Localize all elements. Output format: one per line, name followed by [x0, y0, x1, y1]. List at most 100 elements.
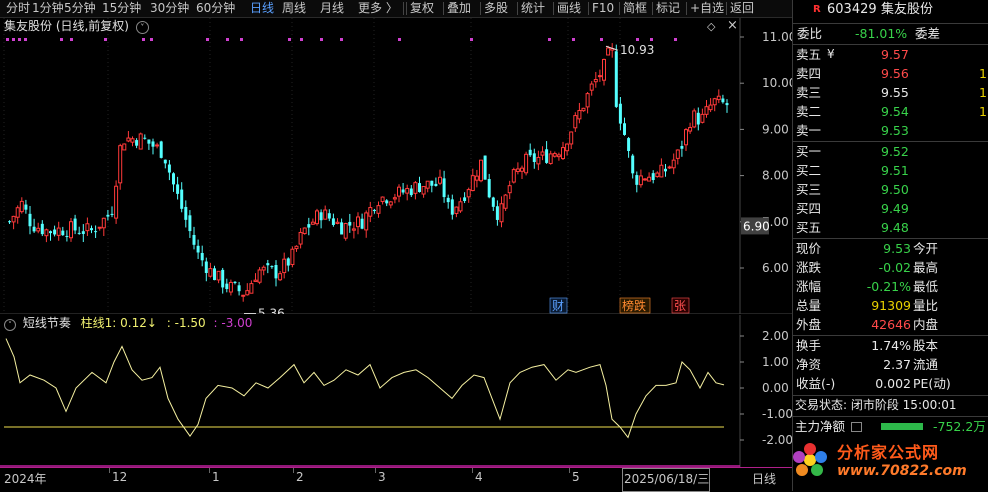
sell-row[interactable]: 卖三 9.55 1 [793, 83, 988, 102]
toolbar-item[interactable]: 画线 [557, 0, 581, 17]
candle-body [405, 187, 410, 194]
toolbar-item[interactable]: 简框 [623, 0, 647, 17]
candle-body [184, 206, 188, 220]
y-tick-label: 1.00 [762, 355, 789, 369]
candle-body [90, 228, 93, 231]
candle-body [479, 159, 483, 182]
toolbar-item[interactable]: 统计 [521, 0, 545, 17]
crosshair-date-box [622, 468, 710, 492]
buy-row[interactable]: 买五 9.48 [793, 218, 988, 237]
event-dot [572, 38, 575, 41]
candle-body [499, 203, 504, 223]
toolbar-item[interactable]: 标记 [656, 0, 680, 17]
candle-body [266, 263, 270, 266]
candle-body [545, 149, 549, 163]
candle-body [565, 143, 570, 152]
candle-body [85, 223, 90, 232]
date-tick-label: 2024年 [4, 472, 47, 486]
candle-body [597, 75, 602, 78]
sell-row[interactable]: 卖五 9.57 [793, 45, 988, 64]
sell-price: 9.55 [881, 85, 909, 100]
candle-body [11, 215, 16, 223]
indicator-chart[interactable]: 2.00 1.00 0.00 -1.00 -2.00 [0, 315, 792, 467]
stat2-row: 收益(-) 0.002 PE(动) [793, 374, 988, 393]
candle-body [602, 58, 606, 81]
list-icon[interactable] [851, 422, 862, 432]
candle-body [36, 227, 41, 232]
sell-row[interactable]: 卖四 9.56 1 [793, 64, 988, 83]
period-label[interactable]: 日线 [752, 470, 776, 487]
candle-body [196, 245, 200, 253]
date-tick [569, 468, 570, 473]
candle-body [348, 221, 352, 226]
candle-body [409, 188, 413, 196]
toolbar-item[interactable]: 30分钟 [150, 0, 189, 17]
candle-body [19, 200, 24, 213]
sell-row[interactable]: 卖二 9.54 1 [793, 102, 988, 121]
buy-row[interactable]: 买四 9.49 [793, 199, 988, 218]
stat-row: 现价 9.53 今开 [793, 239, 988, 258]
candle-body [643, 178, 647, 181]
toolbar-item[interactable]: F10 [592, 0, 614, 17]
candle-body [524, 153, 529, 174]
event-dot [600, 38, 603, 41]
main-flow-row: 主力净额 -752.2万 [793, 417, 988, 436]
candlestick-chart[interactable]: 11.0010.009.008.007.006.006.9010.935.36财… [0, 18, 792, 314]
toolbar-item[interactable]: 更多 〉 [358, 0, 398, 17]
candle-body [73, 218, 77, 231]
chevron-down-icon[interactable]: ˅ [135, 21, 149, 34]
toolbar-item[interactable]: 月线 [320, 0, 344, 17]
toolbar-item[interactable]: 叠加 [447, 0, 471, 17]
toolbar-item[interactable]: 多股 [484, 0, 508, 17]
candle-body [278, 273, 283, 281]
toolbar-item[interactable]: 1分钟 [32, 0, 64, 17]
candle-body [418, 183, 421, 193]
event-dot [636, 38, 639, 41]
candle-body [651, 173, 655, 181]
toolbar-item[interactable]: 5分钟 [64, 0, 96, 17]
candle-body [577, 110, 582, 120]
candle-body [126, 137, 131, 142]
toolbar-item[interactable]: 分时 [6, 0, 30, 17]
close-icon[interactable]: × [727, 18, 738, 33]
event-dot [674, 38, 677, 41]
y-tick-label: 8.00 [762, 169, 789, 183]
candle-body [143, 137, 147, 139]
date-tick [209, 468, 210, 473]
toolbar-item[interactable]: 日线 [250, 0, 274, 17]
stat2-right-label: 流通 [913, 357, 939, 372]
candle-body [413, 182, 418, 194]
sell-label: 卖四 [796, 66, 822, 81]
buy-row[interactable]: 买二 9.51 [793, 161, 988, 180]
stat2-right-label: 股本 [913, 338, 939, 353]
sell-price: 9.56 [881, 66, 909, 81]
buy-row[interactable]: 买三 9.50 [793, 180, 988, 199]
indicator-toggle-icon[interactable]: ˅ [4, 319, 16, 331]
sell-price: 9.57 [881, 47, 909, 62]
sell-label: 卖三 [796, 85, 822, 100]
buy-row[interactable]: 买一 9.52 [793, 142, 988, 161]
candle-body [688, 127, 693, 132]
toolbar-item[interactable]: 周线 [282, 0, 306, 17]
event-dot [18, 38, 21, 41]
toolbar-item[interactable]: 返回 [730, 0, 754, 17]
candle-body [635, 175, 639, 185]
candle-body [323, 209, 328, 220]
sell-volume: 1 [979, 104, 987, 119]
toolbar-item[interactable]: 60分钟 [196, 0, 235, 17]
stat-label: 外盘 [796, 317, 822, 332]
candle-body [474, 175, 479, 181]
toolbar-item[interactable]: +自选 [690, 0, 724, 17]
candle-body [552, 153, 557, 157]
candle-body [335, 221, 340, 224]
candle-body [28, 213, 32, 227]
candle-body [458, 201, 463, 212]
event-dot [300, 38, 303, 41]
buy-label: 买三 [796, 182, 822, 197]
sell-row[interactable]: 卖一 9.53 [793, 121, 988, 140]
toolbar-item[interactable]: 复权 [410, 0, 434, 17]
diamond-icon[interactable]: ◇ [707, 20, 715, 33]
toolbar-item[interactable]: 15分钟 [102, 0, 141, 17]
candle-body [671, 159, 676, 169]
period-toolbar: 分时 1分钟 5分钟 15分钟 30分钟 60分钟 日线 周线 月线 更多 〉复权 叠加 多股 统计 画线… [0, 0, 792, 18]
